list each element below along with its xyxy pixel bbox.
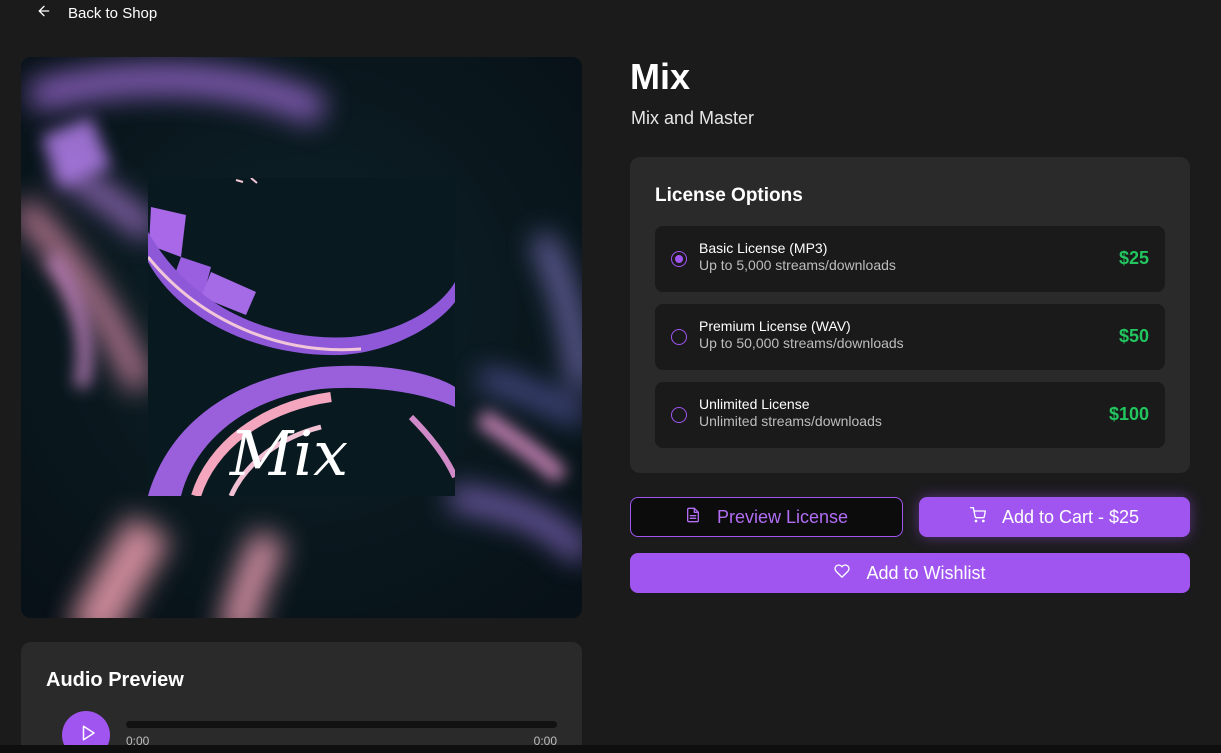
audio-preview-card: Audio Preview 0:00 0:00: [21, 642, 582, 753]
back-to-shop-link[interactable]: Back to Shop: [36, 2, 157, 24]
license-name: Unlimited License: [699, 396, 810, 412]
license-price: $50: [1118, 326, 1149, 346]
license-options-card: License Options Basic License (MP3) Up t…: [630, 157, 1190, 473]
license-options-heading: License Options: [655, 185, 803, 206]
license-radio[interactable]: [671, 407, 687, 423]
cover-title-text: Mix: [229, 417, 348, 490]
arrow-left-icon: [36, 3, 52, 23]
license-description: Up to 50,000 streams/downloads: [699, 335, 904, 351]
back-to-shop-label: Back to Shop: [68, 4, 158, 22]
audio-preview-heading: Audio Preview: [46, 669, 184, 691]
add-to-cart-label: Add to Cart - $25: [1001, 506, 1140, 527]
license-radio[interactable]: [671, 329, 687, 345]
license-description: Up to 5,000 streams/downloads: [699, 257, 896, 273]
bottom-bar: [0, 745, 1221, 753]
product-title: Mix: [630, 56, 691, 97]
preview-license-button[interactable]: Preview License: [630, 497, 903, 537]
add-to-wishlist-label: Add to Wishlist: [866, 562, 986, 583]
add-to-wishlist-button[interactable]: Add to Wishlist: [630, 553, 1190, 593]
license-option-basic[interactable]: Basic License (MP3) Up to 5,000 streams/…: [655, 226, 1165, 292]
play-icon: [76, 724, 97, 747]
license-price: $25: [1118, 248, 1149, 268]
shopping-cart-icon: [969, 506, 986, 528]
license-name: Basic License (MP3): [699, 240, 828, 256]
license-option-unlimited[interactable]: Unlimited License Unlimited streams/down…: [655, 382, 1165, 448]
license-name: Premium License (WAV): [699, 318, 851, 334]
audio-progress-bar[interactable]: [126, 721, 557, 728]
license-radio[interactable]: [671, 251, 687, 267]
license-option-premium[interactable]: Premium License (WAV) Up to 50,000 strea…: [655, 304, 1165, 370]
product-subtitle: Mix and Master: [631, 108, 755, 128]
add-to-cart-button[interactable]: Add to Cart - $25: [919, 497, 1190, 537]
license-price: $100: [1108, 404, 1149, 424]
cover-art: Mix: [21, 57, 582, 618]
preview-license-label: Preview License: [716, 506, 849, 527]
heart-icon: [834, 563, 851, 584]
file-text-icon: [685, 507, 701, 528]
license-description: Unlimited streams/downloads: [699, 413, 882, 429]
